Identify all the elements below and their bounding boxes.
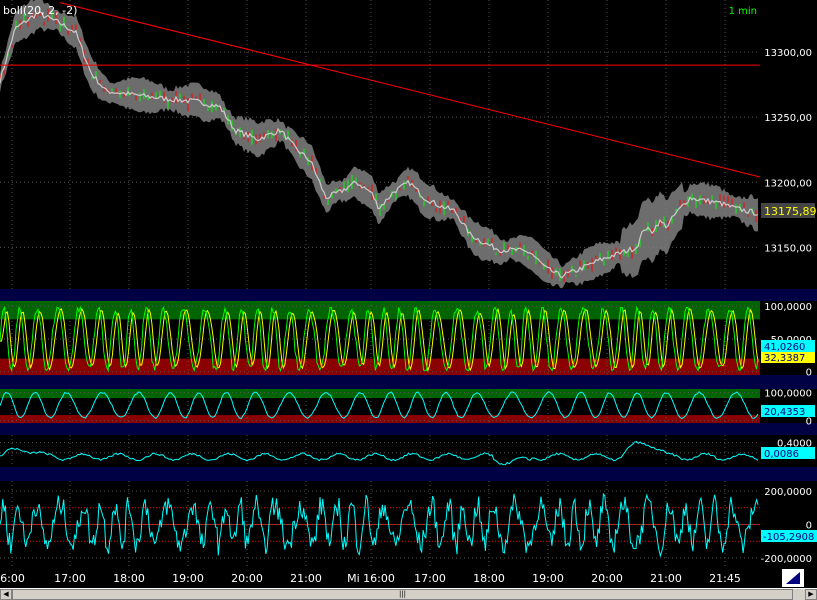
time-label: 20:00 xyxy=(591,572,623,585)
cci-tick-label: -200,0000 xyxy=(761,554,812,565)
interval-label: 1 min xyxy=(729,6,757,17)
time-label: 20:00 xyxy=(231,572,263,585)
time-axis[interactable]: 16:00 17:00 18:00 19:00 20:00 21:00 Mi 16:00 17… xyxy=(0,572,741,585)
oscillator-panel: 100,0000 0 20,4353 xyxy=(0,388,815,427)
overbought-zone xyxy=(0,389,760,398)
panel-separator[interactable] xyxy=(0,467,817,481)
last-value-label: 20,4353 xyxy=(764,407,805,418)
time-label: Mi 16:00 xyxy=(347,572,395,585)
price-tick-label: 13200,00 xyxy=(764,178,812,189)
scroll-right-button[interactable]: ▶ xyxy=(805,589,817,600)
scroll-thumb[interactable]: ||| xyxy=(12,589,793,600)
panel-separator[interactable] xyxy=(0,423,817,435)
oscillator-tick-label: 0 xyxy=(806,417,812,428)
time-label: 19:00 xyxy=(172,572,204,585)
time-label: 17:00 xyxy=(54,572,86,585)
chart-window: 13300,00 13250,00 13200,00 13150,00 boll(20… xyxy=(0,0,817,600)
last-value-label: 32,3387 xyxy=(764,353,805,364)
value-axis[interactable] xyxy=(760,0,817,568)
scroll-thumb-grip: ||| xyxy=(399,590,406,598)
panel-separator[interactable] xyxy=(0,375,817,389)
cci-tick-label: 200,0000 xyxy=(764,487,812,498)
cci-tick-label: 0 xyxy=(806,521,812,532)
chart-canvas[interactable]: 13300,00 13250,00 13200,00 13150,00 boll(20… xyxy=(0,0,817,588)
last-value-label: 0,0086 xyxy=(764,449,799,460)
corner-arrow-icon[interactable] xyxy=(782,569,804,587)
time-label: 21:00 xyxy=(650,572,682,585)
price-panel: 13300,00 13250,00 13200,00 13150,00 boll(20… xyxy=(0,0,817,289)
panel-separator[interactable] xyxy=(0,289,817,301)
last-value-label: 41,0260 xyxy=(764,342,805,353)
time-label: 16:00 xyxy=(0,572,25,585)
last-value-label: -105,2908 xyxy=(763,532,814,543)
time-label: 18:00 xyxy=(473,572,505,585)
time-label: 19:00 xyxy=(532,572,564,585)
indicator-title: boll(20, 2, -2) xyxy=(3,4,77,17)
time-label: 21:00 xyxy=(290,572,322,585)
scroll-left-button[interactable]: ◀ xyxy=(0,589,12,600)
oscillator-tick-label: 100,0000 xyxy=(764,388,812,399)
stochastic-panel: 100,000050,00000 41,0260 32,3387 xyxy=(0,301,815,379)
horizontal-scrollbar[interactable]: ◀ ||| ▶ xyxy=(0,588,817,600)
oversold-zone xyxy=(0,415,760,423)
last-value-label: 13175,89 xyxy=(764,205,817,218)
stochastic-tick-label: 0 xyxy=(806,368,812,379)
time-label: 21:45 xyxy=(709,572,741,585)
price-tick-label: 13250,00 xyxy=(764,113,812,124)
stochastic-tick-label: 100,0000 xyxy=(764,302,812,313)
bollinger-band xyxy=(0,0,758,288)
cci-panel: 200,0000 0 -200,0000 -105,2908 xyxy=(0,481,817,568)
time-label: 17:00 xyxy=(414,572,446,585)
momentum-panel: 0,40000,2000 0,0086 xyxy=(0,435,815,467)
price-tick-label: 13150,00 xyxy=(764,243,812,254)
time-label: 18:00 xyxy=(113,572,145,585)
price-tick-label: 13300,00 xyxy=(764,48,812,59)
